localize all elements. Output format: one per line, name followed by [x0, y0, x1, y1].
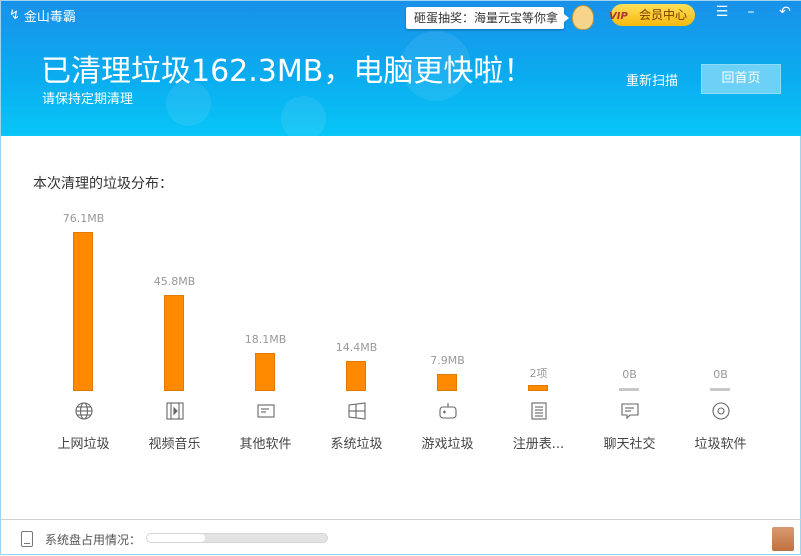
chart-column: 45.8MB 视频音乐: [129, 201, 220, 461]
category-label: 注册表...: [512, 437, 565, 452]
minimize-button[interactable]: –: [741, 4, 761, 20]
app-name: 金山毒霸: [23, 10, 76, 25]
category-label: 系统垃圾: [330, 437, 383, 452]
chart-bar: [164, 295, 184, 391]
chart-column: 14.4MB 系统垃圾: [311, 201, 402, 461]
globe-icon: [74, 401, 94, 421]
result-subtitle: 请保持定期清理: [42, 92, 134, 107]
result-title: 已清理垃圾162.3MB，电脑更快啦！: [41, 54, 534, 89]
chart-column: 76.1MB 上网垃圾: [38, 201, 129, 461]
list-icon: [529, 401, 549, 421]
windows-logo-icon: [347, 401, 367, 421]
chart-bar: [346, 360, 366, 391]
home-button[interactable]: 回首页: [701, 64, 781, 94]
chart-column: 18.1MB 其他软件: [220, 201, 311, 461]
bar-value-label: 45.8MB: [153, 275, 196, 289]
menu-button[interactable]: ☰: [712, 4, 732, 20]
section-title: 本次清理的垃圾分布：: [33, 176, 173, 192]
promo-tooltip[interactable]: 砸蛋抽奖：海量元宝等你拿: [406, 7, 569, 29]
chart-bar: [528, 385, 548, 391]
bar-value-label: 14.4MB: [335, 340, 378, 354]
category-label: 游戏垃圾: [421, 437, 474, 452]
chart-column: 0B 聊天社交: [584, 201, 675, 461]
chat-icon: [620, 401, 640, 421]
footer: 系统盘占用情况：: [1, 519, 801, 556]
chart-column: 0B 垃圾软件: [675, 201, 766, 461]
chart-bar: [710, 388, 730, 391]
decor-bubble: [281, 96, 326, 136]
chart-bar: [73, 231, 93, 391]
disk-usage-label: 系统盘占用情况：: [45, 533, 142, 547]
vip-center-button[interactable]: VIP 会员中心: [609, 4, 695, 26]
disk-usage-bar: [146, 533, 328, 543]
chart-column: 2项注册表...: [493, 201, 584, 461]
category-label: 其他软件: [239, 437, 292, 452]
box-icon[interactable]: [772, 527, 794, 551]
rescan-link[interactable]: 重新扫描: [626, 70, 678, 89]
egg-mascot-icon[interactable]: [572, 5, 594, 30]
category-label: 聊天社交: [603, 437, 656, 452]
back-button[interactable]: ↶: [775, 4, 795, 20]
chart-bar: [619, 388, 639, 391]
chart-bar: [255, 353, 275, 391]
category-label: 上网垃圾: [57, 437, 110, 452]
bar-value-label: 0B: [622, 368, 637, 381]
category-label: 视频音乐: [148, 437, 201, 452]
vip-label: 会员中心: [639, 8, 688, 22]
disc-icon: [711, 401, 731, 421]
disk-usage-fill: [147, 534, 205, 542]
chart-column: 7.9MB 游戏垃圾: [402, 201, 493, 461]
app-logo: ↯ 金山毒霸: [9, 6, 76, 25]
category-label: 垃圾软件: [694, 437, 747, 452]
bar-value-label: 18.1MB: [244, 333, 287, 347]
disk-icon: [21, 531, 33, 547]
film-icon: [165, 401, 185, 421]
chart-bar: [437, 374, 457, 391]
header: ↯ 金山毒霸 砸蛋抽奖：海量元宝等你拿 VIP 会员中心 ☰ – ↶ 已清理垃圾16…: [1, 1, 801, 136]
gamepad-icon: [438, 401, 458, 421]
logo-icon: ↯: [9, 8, 20, 23]
bar-value-label: 2项: [529, 367, 548, 380]
bar-value-label: 7.9MB: [430, 354, 465, 368]
window-icon: [256, 401, 276, 421]
bar-value-label: 0B: [713, 368, 728, 381]
bar-value-label: 76.1MB: [62, 211, 105, 225]
vip-icon: VIP: [609, 11, 628, 22]
